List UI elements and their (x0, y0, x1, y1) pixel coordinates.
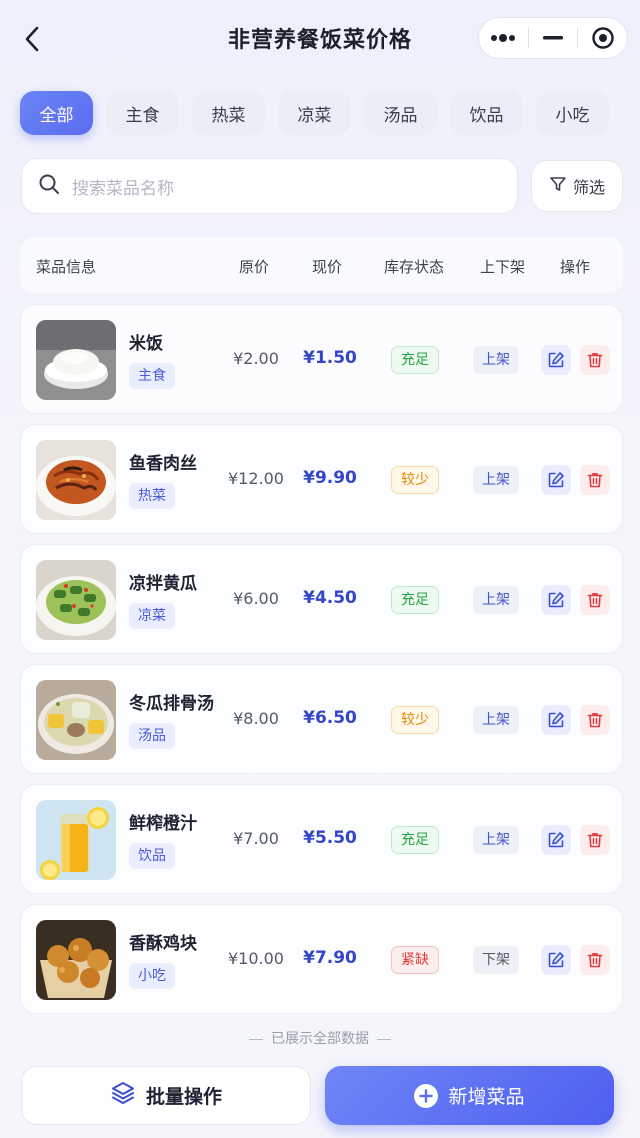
shelf-toggle[interactable]: 上架 (473, 466, 519, 494)
header-current-price: 现价 (312, 258, 343, 276)
current-price: ¥4.50 (303, 588, 357, 608)
delete-icon[interactable] (580, 705, 610, 735)
dish-image-chicken-nuggets (36, 920, 116, 1000)
divider-line (249, 1038, 263, 1040)
delete-icon[interactable] (580, 585, 610, 615)
delete-icon[interactable] (580, 345, 610, 375)
dish-name: 冬瓜排骨汤 (129, 694, 214, 714)
header-original-price: 原价 (239, 258, 270, 276)
layers-icon (110, 1080, 136, 1111)
minimize-icon[interactable] (529, 18, 578, 58)
dish-name: 鱼香肉丝 (129, 454, 197, 474)
table-row: 鱼香肉丝 热菜 ¥12.00 ¥9.90 较少 上架 (20, 424, 623, 534)
category-badge: 饮品 (129, 843, 175, 869)
tab-staple[interactable]: 主食 (106, 91, 179, 135)
tab-drink[interactable]: 饮品 (450, 91, 523, 135)
edit-icon[interactable] (541, 705, 571, 735)
dish-image-rice (36, 320, 116, 400)
original-price: ¥2.00 (233, 349, 279, 368)
tab-all[interactable]: 全部 (20, 91, 93, 135)
filter-button[interactable]: 筛选 (531, 160, 623, 212)
original-price: ¥10.00 (228, 949, 284, 968)
table-row: 米饭 主食 ¥2.00 ¥1.50 充足 上架 (20, 304, 623, 414)
stock-badge: 充足 (391, 346, 439, 374)
dish-name: 香酥鸡块 (129, 934, 197, 954)
category-badge: 热菜 (129, 483, 175, 509)
table-header: 菜品信息 原价 现价 库存状态 上下架 操作 (20, 237, 623, 293)
bulk-action-label: 批量操作 (145, 1086, 222, 1108)
search-icon (38, 173, 60, 199)
stock-badge: 较少 (391, 706, 439, 734)
header-shelf: 上下架 (480, 258, 526, 276)
more-icon[interactable] (479, 18, 528, 58)
divider-line (377, 1038, 391, 1040)
table-row: 鲜榨橙汁 饮品 ¥7.00 ¥5.50 充足 上架 (20, 784, 623, 894)
dish-image-soup (36, 680, 116, 760)
dish-name: 米饭 (129, 334, 163, 354)
shelf-toggle[interactable]: 上架 (473, 586, 519, 614)
current-price: ¥1.50 (303, 348, 357, 368)
original-price: ¥12.00 (228, 469, 284, 488)
stock-badge: 较少 (391, 466, 439, 494)
dish-name: 鲜榨橙汁 (129, 814, 197, 834)
add-dish-label: 新增菜品 (448, 1086, 525, 1108)
category-tabs: 全部 主食 热菜 凉菜 汤品 饮品 小吃 (20, 91, 609, 135)
tab-hot-dish[interactable]: 热菜 (192, 91, 265, 135)
tab-cold-dish[interactable]: 凉菜 (278, 91, 351, 135)
original-price: ¥8.00 (233, 709, 279, 728)
current-price: ¥9.90 (303, 468, 357, 488)
shelf-toggle[interactable]: 上架 (473, 706, 519, 734)
delete-icon[interactable] (580, 825, 610, 855)
dish-name: 凉拌黄瓜 (129, 574, 197, 594)
bulk-action-button[interactable]: 批量操作 (21, 1066, 311, 1125)
filter-label: 筛选 (572, 178, 605, 197)
nav-bar: 非营养餐饭菜价格 (0, 0, 640, 78)
stock-badge: 充足 (391, 826, 439, 854)
edit-icon[interactable] (541, 465, 571, 495)
category-badge: 小吃 (129, 963, 175, 989)
shelf-toggle[interactable]: 下架 (473, 946, 519, 974)
tab-soup[interactable]: 汤品 (364, 91, 437, 135)
delete-icon[interactable] (580, 945, 610, 975)
table-row: 冬瓜排骨汤 汤品 ¥8.00 ¥6.50 较少 上架 (20, 664, 623, 774)
filter-icon (549, 175, 567, 197)
original-price: ¥7.00 (233, 829, 279, 848)
current-price: ¥6.50 (303, 708, 357, 728)
search-placeholder: 搜索菜品名称 (72, 178, 174, 199)
dish-image-shredded-pork (36, 440, 116, 520)
table-row: 凉拌黄瓜 凉菜 ¥6.00 ¥4.50 充足 上架 (20, 544, 623, 654)
original-price: ¥6.00 (233, 589, 279, 608)
category-badge: 汤品 (129, 723, 175, 749)
edit-icon[interactable] (541, 585, 571, 615)
close-target-icon[interactable] (578, 18, 627, 58)
header-actions: 操作 (560, 258, 591, 276)
shelf-toggle[interactable]: 上架 (473, 826, 519, 854)
search-input[interactable]: 搜索菜品名称 (21, 158, 518, 214)
end-tip-text: 已展示全部数据 (271, 1031, 369, 1047)
dish-image-cucumber (36, 560, 116, 640)
plus-icon (414, 1083, 439, 1108)
mini-program-capsule (478, 17, 628, 59)
stock-badge: 充足 (391, 586, 439, 614)
end-of-list-tip: 已展示全部数据 (0, 1028, 640, 1048)
edit-icon[interactable] (541, 945, 571, 975)
category-badge: 凉菜 (129, 603, 175, 629)
tab-snack[interactable]: 小吃 (536, 91, 609, 135)
current-price: ¥5.50 (303, 828, 357, 848)
edit-icon[interactable] (541, 345, 571, 375)
add-dish-button[interactable]: 新增菜品 (325, 1066, 614, 1125)
category-badge: 主食 (129, 363, 175, 389)
dish-image-orange-juice (36, 800, 116, 880)
header-stock: 库存状态 (384, 258, 445, 276)
stock-badge: 紧缺 (391, 946, 439, 974)
shelf-toggle[interactable]: 上架 (473, 346, 519, 374)
delete-icon[interactable] (580, 465, 610, 495)
table-row: 香酥鸡块 小吃 ¥10.00 ¥7.90 紧缺 下架 (20, 904, 623, 1014)
current-price: ¥7.90 (303, 948, 357, 968)
header-info: 菜品信息 (36, 258, 97, 276)
edit-icon[interactable] (541, 825, 571, 855)
